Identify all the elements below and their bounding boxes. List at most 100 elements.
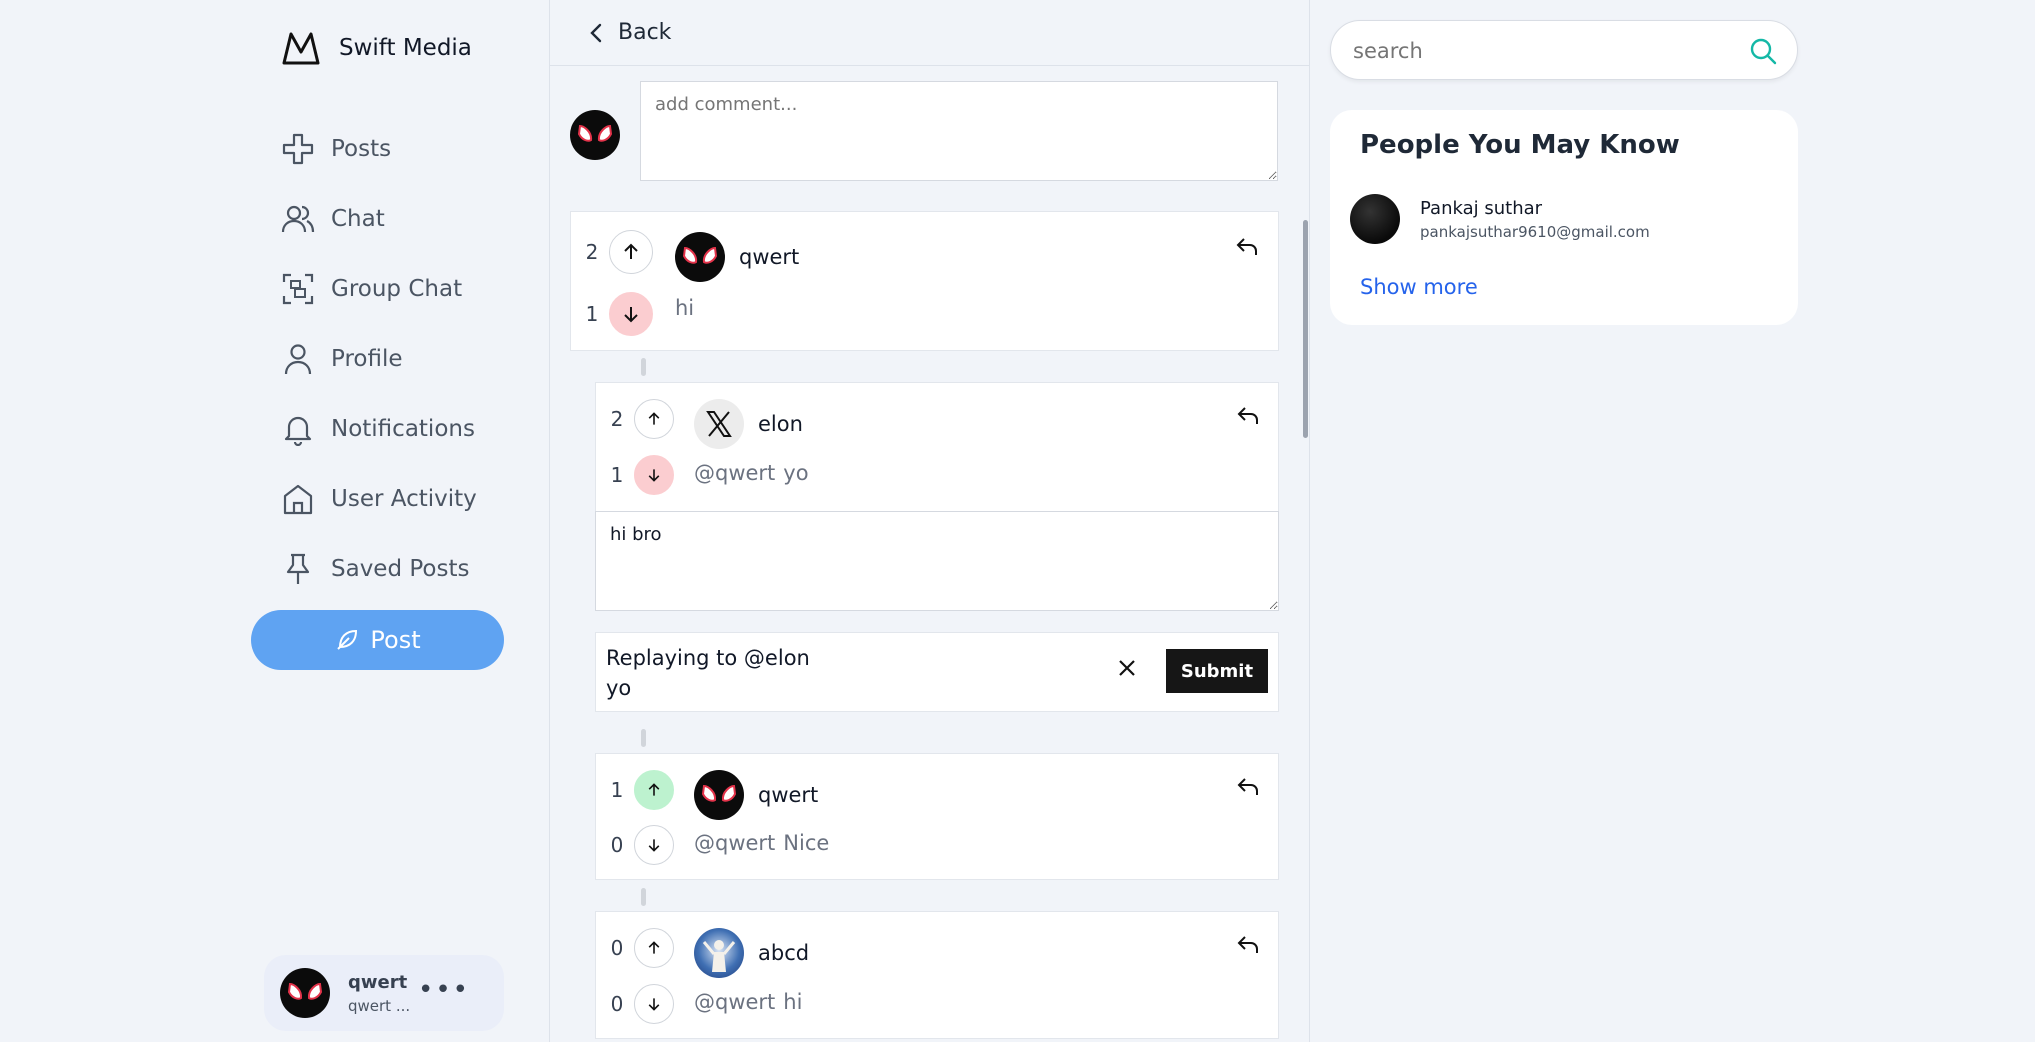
comment-author[interactable]: abcd xyxy=(694,928,809,978)
nav-label: User Activity xyxy=(331,486,477,512)
comment-author[interactable]: elon xyxy=(694,399,803,449)
brand[interactable]: Swift Media xyxy=(281,30,472,66)
comment-body: Nice xyxy=(783,831,830,855)
reply-icon[interactable] xyxy=(1236,934,1260,956)
upvote-count: 1 xyxy=(610,778,624,802)
comment-author[interactable]: qwert xyxy=(675,232,799,282)
comment-text: hi xyxy=(675,296,694,320)
submit-button[interactable]: Submit xyxy=(1166,649,1268,693)
add-comment-input[interactable] xyxy=(640,81,1278,181)
current-user-card[interactable]: qwert qwert ... ••• xyxy=(264,955,504,1031)
downvote-count: 1 xyxy=(585,302,599,326)
post-button[interactable]: Post xyxy=(251,610,504,670)
arrow-down-icon xyxy=(648,839,660,852)
comment-author[interactable]: qwert xyxy=(694,770,818,820)
downvote-button[interactable] xyxy=(634,455,674,495)
avatar xyxy=(694,399,744,449)
avatar xyxy=(675,232,725,282)
feather-icon xyxy=(337,629,358,650)
search-bar xyxy=(1330,20,1798,80)
avatar xyxy=(694,770,744,820)
avatar xyxy=(570,110,620,160)
spider-mask-icon xyxy=(287,982,323,1000)
comment-body: hi xyxy=(783,990,803,1014)
avatar xyxy=(280,968,330,1018)
close-icon[interactable] xyxy=(1116,657,1138,679)
more-options-icon[interactable]: ••• xyxy=(418,977,470,1003)
nav-item-profile[interactable]: Profile xyxy=(281,324,477,394)
replying-bar: Replaying to @elon yo Submit xyxy=(595,632,1279,712)
upvote-button[interactable] xyxy=(634,399,674,439)
search-input[interactable] xyxy=(1351,35,1731,67)
downvote-button[interactable] xyxy=(609,292,653,336)
arrow-up-icon xyxy=(648,941,660,954)
show-more-link[interactable]: Show more xyxy=(1360,275,1478,299)
comment-card: 2 1 elon @qwert yo xyxy=(595,382,1279,512)
comment-card: 1 0 qwert @qwert Nice xyxy=(595,753,1279,880)
nav-label: Profile xyxy=(331,346,403,372)
reply-icon[interactable] xyxy=(1236,776,1260,798)
user-icon xyxy=(284,344,312,375)
people-you-may-know-card: People You May Know Pankaj suthar pankaj… xyxy=(1330,110,1798,325)
comment-author-name: elon xyxy=(758,412,803,436)
person-suggestion[interactable]: Pankaj suthar pankajsuthar9610@gmail.com xyxy=(1350,194,1650,244)
chevron-left-icon[interactable] xyxy=(588,21,604,45)
reply-icon[interactable] xyxy=(1236,405,1260,427)
scrollbar-thumb[interactable] xyxy=(1303,220,1308,438)
upvote-control: 0 xyxy=(606,928,674,968)
thread-connector xyxy=(641,888,646,906)
nav-label: Saved Posts xyxy=(331,556,470,582)
plus-cross-icon xyxy=(282,133,314,165)
downvote-control: 0 xyxy=(606,825,674,865)
current-user-handle: qwert ... xyxy=(348,996,411,1015)
left-sidebar: Swift Media Posts Chat Group Chat Profil… xyxy=(0,0,549,1042)
current-user-name: qwert xyxy=(348,971,408,993)
mountain-logo-icon xyxy=(282,32,320,65)
comment-mention[interactable]: @qwert xyxy=(694,990,775,1014)
nav-label: Posts xyxy=(331,136,392,162)
arrow-down-icon xyxy=(648,998,660,1011)
comment-text: @qwert hi xyxy=(694,990,802,1014)
person-meta: Pankaj suthar pankajsuthar9610@gmail.com xyxy=(1420,198,1650,241)
upvote-button[interactable] xyxy=(634,770,674,810)
top-bar: Back xyxy=(550,0,1309,66)
downvote-count: 0 xyxy=(610,992,624,1016)
comment-mention[interactable]: @qwert xyxy=(694,831,775,855)
downvote-button[interactable] xyxy=(634,825,674,865)
person-photo-icon xyxy=(702,940,736,972)
nav-item-chat[interactable]: Chat xyxy=(281,184,477,254)
arrow-up-icon xyxy=(648,783,660,796)
nav-item-posts[interactable]: Posts xyxy=(281,114,477,184)
avatar xyxy=(1350,194,1400,244)
upvote-button[interactable] xyxy=(609,230,653,274)
comment-body: yo xyxy=(783,461,809,485)
nav-label: Chat xyxy=(331,206,385,232)
nav-label: Notifications xyxy=(331,416,475,442)
nav-item-user-activity[interactable]: User Activity xyxy=(281,464,477,534)
upvote-control: 2 xyxy=(581,230,653,274)
post-button-label: Post xyxy=(370,626,421,654)
home-icon xyxy=(283,484,313,515)
back-button[interactable]: Back xyxy=(618,20,671,45)
main-nav: Posts Chat Group Chat Profile Notificati… xyxy=(281,114,477,604)
downvote-button[interactable] xyxy=(634,984,674,1024)
upvote-button[interactable] xyxy=(634,928,674,968)
replying-to-label: Replaying to @elon xyxy=(606,646,810,670)
arrow-up-icon xyxy=(648,412,660,425)
nav-item-saved-posts[interactable]: Saved Posts xyxy=(281,534,477,604)
comment-author-name: qwert xyxy=(758,783,819,807)
search-icon[interactable] xyxy=(1749,37,1777,65)
comment-text: @qwert Nice xyxy=(694,831,829,855)
upvote-count: 2 xyxy=(585,240,599,264)
thread-connector xyxy=(641,729,646,747)
downvote-control: 1 xyxy=(581,292,653,336)
brand-name: Swift Media xyxy=(339,35,472,61)
reply-icon[interactable] xyxy=(1235,236,1259,258)
downvote-control: 0 xyxy=(606,984,674,1024)
reply-input[interactable]: hi bro xyxy=(595,511,1279,611)
nav-item-group-chat[interactable]: Group Chat xyxy=(281,254,477,324)
arrow-down-icon xyxy=(648,469,660,482)
person-name: Pankaj suthar xyxy=(1420,197,1543,219)
comment-mention[interactable]: @qwert xyxy=(694,461,775,485)
nav-item-notifications[interactable]: Notifications xyxy=(281,394,477,464)
